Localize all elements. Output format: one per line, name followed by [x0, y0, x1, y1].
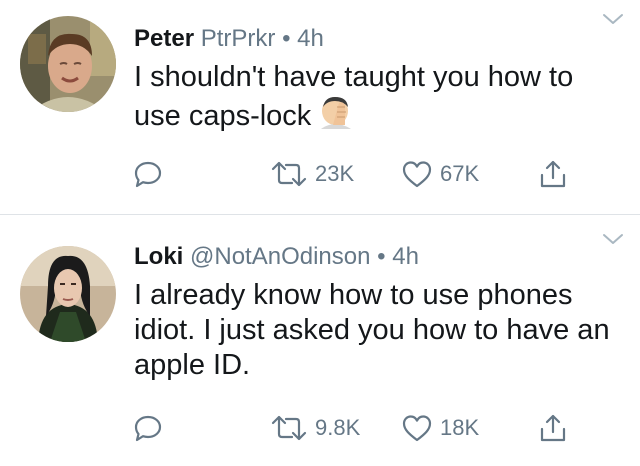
tweet-text: I already know how to use phones idiot. …: [134, 279, 610, 381]
like-button[interactable]: 18K: [401, 408, 479, 448]
tweet-divider: [0, 214, 640, 215]
retweet-icon: [271, 161, 307, 187]
share-button[interactable]: [537, 154, 569, 194]
chevron-down-icon[interactable]: [602, 232, 624, 246]
tweet-peter[interactable]: Peter PtrPrkr • 4h I shouldn't have taug…: [0, 0, 640, 214]
avatar-loki[interactable]: [20, 246, 116, 342]
tweet-text-container: I shouldn't have taught you how to use c…: [134, 60, 624, 134]
tweet-loki[interactable]: Loki @NotAnOdinson • 4h I already know h…: [0, 216, 640, 466]
like-button[interactable]: 67K: [401, 154, 479, 194]
share-icon: [540, 160, 566, 188]
avatar-peter[interactable]: [20, 16, 116, 112]
retweet-count: 23K: [315, 161, 355, 186]
heart-icon: [402, 161, 432, 188]
retweet-icon: [271, 415, 307, 441]
display-name[interactable]: Loki: [134, 243, 183, 270]
like-count: 67K: [440, 161, 480, 186]
share-button[interactable]: [537, 408, 569, 448]
retweet-count: 9.8K: [315, 415, 361, 440]
tweet-actions: 9.8K 18K: [0, 408, 640, 448]
user-handle[interactable]: @NotAnOdinson: [190, 243, 370, 270]
reply-button[interactable]: [133, 154, 163, 194]
retweet-button[interactable]: 23K: [270, 154, 354, 194]
user-handle[interactable]: PtrPrkr: [201, 25, 276, 52]
chevron-down-icon[interactable]: [602, 12, 624, 26]
tweet-actions: 23K 67K: [0, 154, 640, 194]
display-name[interactable]: Peter: [134, 25, 194, 52]
retweet-button[interactable]: 9.8K: [270, 408, 360, 448]
separator-dot: •: [282, 25, 291, 52]
heart-icon: [402, 415, 432, 442]
like-count: 18K: [440, 415, 480, 440]
reply-button[interactable]: [133, 408, 163, 448]
timestamp[interactable]: 4h: [392, 243, 419, 270]
share-icon: [540, 414, 566, 442]
tweet-header: Peter PtrPrkr • 4h: [134, 24, 324, 54]
tweet-header: Loki @NotAnOdinson • 4h: [134, 242, 419, 272]
separator-dot: •: [377, 243, 386, 270]
timestamp[interactable]: 4h: [297, 25, 324, 52]
reply-icon: [134, 415, 162, 442]
tweet-text-container: I already know how to use phones idiot. …: [134, 278, 624, 383]
reply-icon: [134, 161, 162, 188]
facepalm-emoji-icon: [317, 95, 357, 131]
